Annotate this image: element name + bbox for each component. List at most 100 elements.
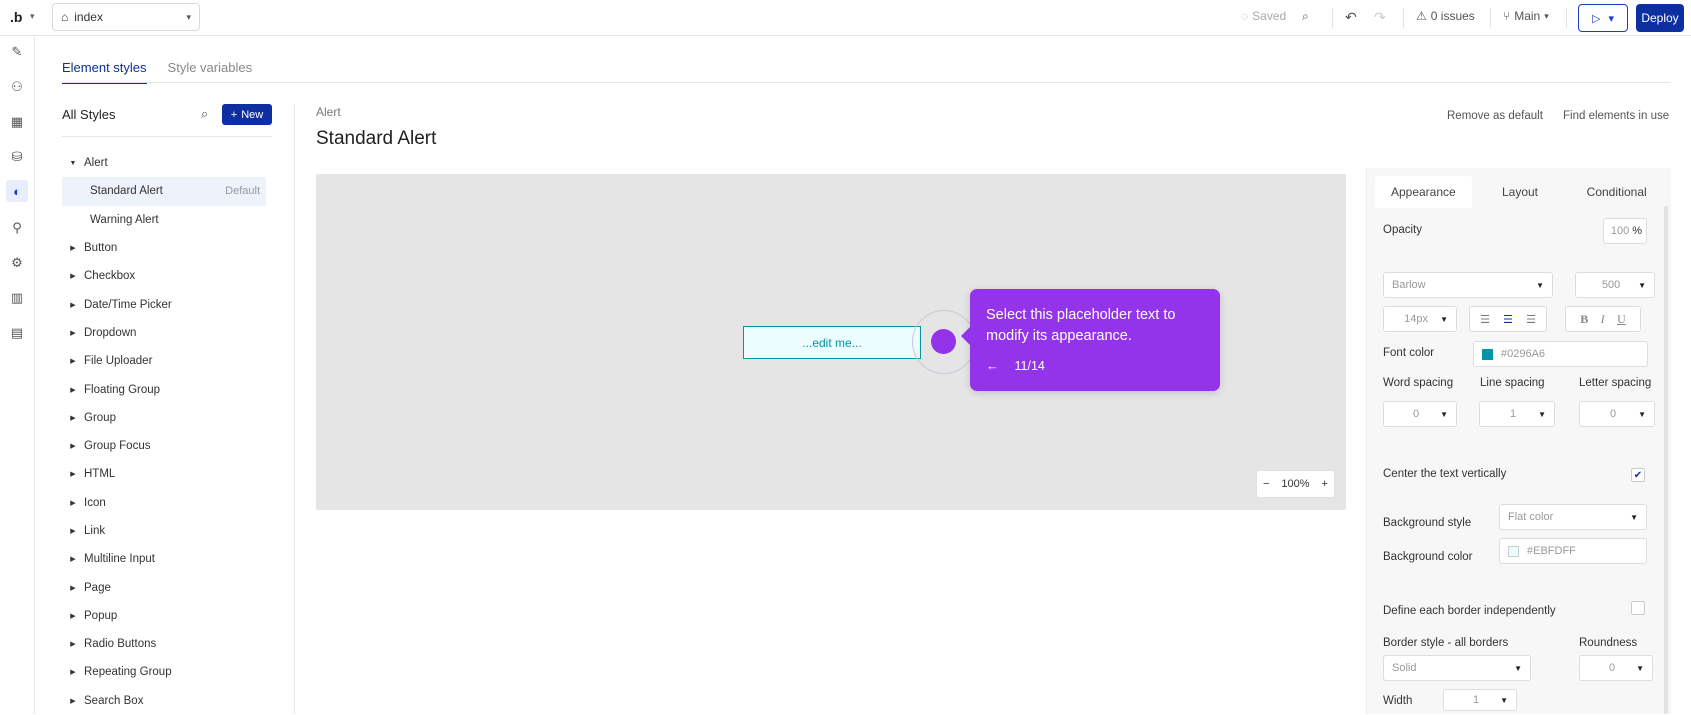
align-right-icon[interactable]: ☰ bbox=[1526, 313, 1536, 326]
width-label: Width bbox=[1383, 695, 1413, 707]
database-icon[interactable]: ⛁ bbox=[9, 149, 25, 165]
roundness-select[interactable]: 0 ▼ bbox=[1579, 655, 1653, 681]
align-left-icon[interactable]: ☰ bbox=[1480, 313, 1490, 326]
center-vertically-checkbox[interactable]: ✔ bbox=[1631, 468, 1645, 482]
tree-category[interactable]: ▶ Group Focus bbox=[62, 432, 266, 460]
italic-icon[interactable]: I bbox=[1601, 312, 1605, 327]
font-weight-select[interactable]: 500 ▼ bbox=[1575, 272, 1655, 298]
divider bbox=[62, 136, 272, 137]
border-independent-checkbox[interactable] bbox=[1631, 601, 1645, 615]
bg-style-label: Background style bbox=[1383, 517, 1472, 529]
font-family-select[interactable]: Barlow ▼ bbox=[1383, 272, 1553, 298]
tree-category[interactable]: ▶ Checkbox bbox=[62, 262, 266, 290]
tree-item-label: Page bbox=[84, 581, 111, 594]
hotspot-dot[interactable] bbox=[931, 329, 956, 354]
settings-icon[interactable]: ⚙ bbox=[9, 255, 25, 271]
tree-category[interactable]: ▶ Radio Buttons bbox=[62, 630, 266, 658]
tree-style-item[interactable]: Standard Alert Default bbox=[62, 177, 266, 206]
tab-appearance[interactable]: Appearance bbox=[1375, 176, 1472, 208]
breadcrumb[interactable]: Alert bbox=[316, 105, 341, 119]
chevron-down-icon[interactable]: ▾ bbox=[30, 11, 35, 22]
tree-category[interactable]: ▶ Page bbox=[62, 573, 266, 601]
search-button[interactable]: ⌕ bbox=[1302, 9, 1309, 24]
caret-right-icon: ▶ bbox=[70, 358, 76, 366]
undo-button[interactable]: ↶ bbox=[1345, 9, 1357, 26]
caret-down-icon: ▼ bbox=[1536, 280, 1544, 290]
plugin-icon[interactable]: ⚲ bbox=[9, 220, 25, 236]
tree-category[interactable]: ▶ File Uploader bbox=[62, 347, 266, 375]
tree-category[interactable]: ▶ HTML bbox=[62, 460, 266, 488]
align-center-icon[interactable]: ☰ bbox=[1503, 313, 1513, 326]
zoom-out-button[interactable]: − bbox=[1263, 478, 1269, 490]
tree-item-label: Group bbox=[84, 411, 116, 424]
table-icon[interactable]: ▤ bbox=[9, 325, 25, 341]
scrollbar[interactable] bbox=[1664, 206, 1668, 714]
word-spacing-select[interactable]: 0 ▼ bbox=[1383, 401, 1457, 427]
tree-category[interactable]: ▶ Button bbox=[62, 234, 266, 262]
tab-style-variables[interactable]: Style variables bbox=[168, 60, 253, 84]
border-style-select[interactable]: Solid ▼ bbox=[1383, 655, 1531, 681]
app-logo[interactable]: .b bbox=[10, 9, 22, 25]
caret-down-icon: ▼ bbox=[1630, 512, 1638, 522]
tree-item-label: Popup bbox=[84, 609, 118, 622]
search-icon[interactable]: ⌕ bbox=[201, 106, 208, 122]
preview-button[interactable]: ▷ ▾ bbox=[1578, 4, 1628, 32]
tree-item-label: HTML bbox=[84, 468, 116, 481]
branch-selector[interactable]: ⑂ Main ▾ bbox=[1503, 9, 1549, 23]
tree-style-item[interactable]: Warning Alert bbox=[62, 206, 266, 234]
letter-spacing-select[interactable]: 0 ▼ bbox=[1579, 401, 1655, 427]
tree-category[interactable]: ▶ Multiline Input bbox=[62, 545, 266, 573]
chart-icon[interactable]: ▥ bbox=[9, 290, 25, 306]
redo-button[interactable]: ↷ bbox=[1374, 9, 1386, 26]
line-spacing-select[interactable]: 1 ▼ bbox=[1479, 401, 1555, 427]
caret-down-icon: ▼ bbox=[1500, 695, 1508, 705]
underline-icon[interactable]: U bbox=[1617, 312, 1626, 327]
alert-preview[interactable]: ...edit me... bbox=[743, 326, 921, 359]
palette-icon[interactable]: ◐ bbox=[6, 180, 28, 202]
tree-category[interactable]: ▶ Group bbox=[62, 404, 266, 432]
tree-item-label: Search Box bbox=[84, 694, 144, 707]
tree-category[interactable]: ▶ Repeating Group bbox=[62, 658, 266, 686]
search-icon: ⌕ bbox=[1302, 9, 1309, 23]
tab-layout[interactable]: Layout bbox=[1472, 176, 1569, 208]
find-elements-link[interactable]: Find elements in use bbox=[1563, 110, 1669, 122]
tree-category[interactable]: ▶ Dropdown bbox=[62, 319, 266, 347]
properties-panel: Appearance Layout Conditional Opacity 10… bbox=[1366, 168, 1671, 714]
font-size-select[interactable]: 14px ▼ bbox=[1383, 306, 1457, 332]
tree-category[interactable]: ▶ Date/Time Picker bbox=[62, 290, 266, 318]
arrow-left-icon[interactable]: ← bbox=[986, 359, 999, 373]
word-spacing-label: Word spacing bbox=[1383, 377, 1454, 389]
issues-button[interactable]: ⚠ 0 issues bbox=[1416, 9, 1475, 23]
layout-icon[interactable]: ▦ bbox=[9, 114, 25, 130]
caret-right-icon: ▶ bbox=[70, 556, 76, 564]
caret-right-icon: ▶ bbox=[70, 499, 76, 507]
tree-item-label: Group Focus bbox=[84, 440, 151, 453]
tree-category[interactable]: ▶ Floating Group bbox=[62, 375, 266, 403]
page-selector[interactable]: ⌂ index ▾ bbox=[52, 3, 200, 31]
tree-category[interactable]: ▶ Search Box bbox=[62, 687, 266, 715]
pencil-icon[interactable]: ✎ bbox=[9, 44, 25, 60]
deploy-button[interactable]: Deploy bbox=[1636, 4, 1684, 32]
plus-icon: + bbox=[230, 108, 238, 121]
caret-right-icon: ▶ bbox=[70, 612, 76, 620]
color-swatch bbox=[1482, 348, 1493, 360]
bg-color-input[interactable]: #EBFDFF bbox=[1499, 538, 1647, 564]
tree-category[interactable]: ▶ Popup bbox=[62, 602, 266, 630]
new-style-button[interactable]: + New bbox=[222, 104, 272, 125]
preview-canvas: ...edit me... Select this placeholder te… bbox=[316, 174, 1346, 510]
tree-category[interactable]: ▼ Alert bbox=[62, 149, 266, 177]
tree-item-label: Alert bbox=[84, 157, 108, 170]
chevron-down-icon: ▾ bbox=[186, 11, 191, 22]
opacity-input[interactable]: 100 % bbox=[1603, 218, 1647, 244]
workflow-icon[interactable]: ⚇ bbox=[9, 79, 25, 95]
remove-default-link[interactable]: Remove as default bbox=[1447, 110, 1543, 122]
zoom-in-button[interactable]: + bbox=[1322, 478, 1328, 490]
tab-conditional[interactable]: Conditional bbox=[1568, 176, 1665, 208]
bg-style-select[interactable]: Flat color ▼ bbox=[1499, 504, 1647, 530]
width-select[interactable]: 1 ▼ bbox=[1443, 689, 1517, 711]
font-color-input[interactable]: #0296A6 bbox=[1473, 341, 1648, 367]
tab-element-styles[interactable]: Element styles bbox=[62, 60, 147, 84]
tree-category[interactable]: ▶ Icon bbox=[62, 489, 266, 517]
tree-category[interactable]: ▶ Link bbox=[62, 517, 266, 545]
bold-icon[interactable]: B bbox=[1580, 312, 1588, 327]
